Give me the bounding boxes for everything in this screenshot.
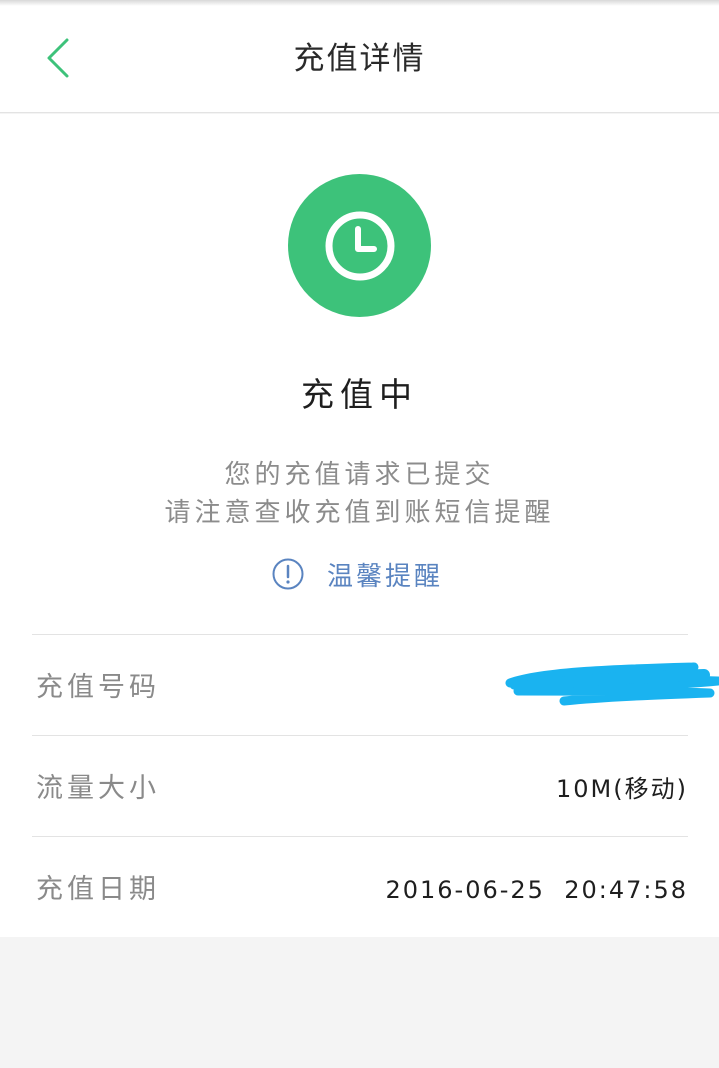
status-bar-shadow [0, 0, 719, 6]
warm-reminder-label: 温馨提醒 [327, 561, 444, 592]
back-button[interactable] [30, 30, 86, 86]
data-size-label: 流量大小 [36, 773, 160, 804]
detail-row-phone: 充值号码 [32, 634, 719, 735]
detail-row-data-size: 流量大小 10M(移动) [32, 735, 688, 836]
recharge-detail-panel: 充值中 您的充值请求已提交 请注意查收充值到账短信提醒 温馨提醒 充值号码 流量… [0, 114, 719, 937]
phone-label: 充值号码 [36, 672, 160, 703]
page-title: 充值详情 [293, 41, 426, 77]
chevron-left-icon [47, 38, 69, 78]
screen: 充值详情 充值中 您的充值请求已提交 请注意查收充值到账短信提醒 温馨提醒 充值… [0, 0, 719, 1068]
exclamation-circle-icon [272, 558, 304, 590]
date-label: 充值日期 [36, 874, 160, 905]
detail-row-date: 充值日期 2016-06-25 20:47:58 [32, 836, 688, 937]
top-bar: 充值详情 [0, 0, 719, 113]
status-message-line-2: 请注意查收充值到账短信提醒 [164, 498, 555, 528]
status-message-line-1: 您的充值请求已提交 [224, 460, 495, 490]
status-title: 充值中 [301, 375, 418, 414]
status-indicator [288, 174, 431, 317]
date-value: 2016-06-25 20:47:58 [385, 876, 688, 904]
warm-reminder-link[interactable]: 温馨提醒 [271, 556, 443, 592]
redaction-scribble [505, 662, 719, 706]
clock-icon [325, 211, 394, 280]
data-size-value: 10M(移动) [556, 775, 688, 803]
